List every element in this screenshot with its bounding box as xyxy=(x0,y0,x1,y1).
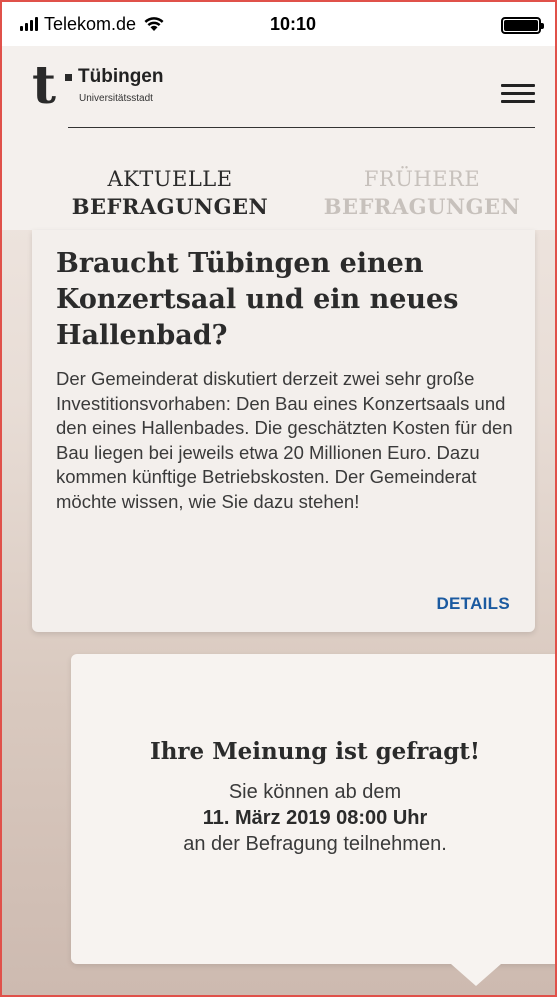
info-line-start: Sie können ab dem xyxy=(228,781,402,803)
logo-city-name: Tübingen xyxy=(78,66,164,87)
hamburger-menu-icon[interactable] xyxy=(501,84,535,106)
tab-bar: AKTUELLE BEFRAGUNGEN FRÜHERE BEFRAGUNGEN xyxy=(2,130,555,230)
carrier-name: Telekom.de xyxy=(44,13,137,34)
logo-city-subtitle: Universitätsstadt xyxy=(79,93,153,104)
tab-label-line2: BEFRAGUNGEN xyxy=(323,194,521,219)
info-card: Ihre Meinung ist gefragt! Sie können ab … xyxy=(71,654,555,986)
signal-icon xyxy=(20,17,38,31)
tab-label-line1: AKTUELLE xyxy=(107,167,233,191)
tab-label-line1: FRÜHERE xyxy=(363,167,481,191)
info-card-pointer xyxy=(451,964,501,986)
survey-card[interactable]: Braucht Tübingen einen Konzertsaal und e… xyxy=(32,230,535,632)
app-screen: Telekom.de 10:10 t Tübingen Universitäts… xyxy=(0,0,557,997)
tab-label-line2: BEFRAGUNGEN xyxy=(71,194,269,219)
wifi-icon xyxy=(144,17,164,31)
status-bar: Telekom.de 10:10 xyxy=(2,2,555,46)
info-title: Ihre Meinung ist gefragt! xyxy=(149,738,481,765)
survey-description: Der Gemeinderat diskutiert derzeit zwei … xyxy=(56,368,513,512)
logo-dot xyxy=(65,74,72,81)
tab-past-surveys[interactable]: FRÜHERE BEFRAGUNGEN xyxy=(312,166,532,222)
info-date: 11. März 2019 08:00 Uhr xyxy=(202,807,428,829)
header-divider xyxy=(68,127,535,128)
tab-current-surveys[interactable]: AKTUELLE BEFRAGUNGEN xyxy=(60,166,280,222)
survey-title: Braucht Tübingen einen Konzertsaal und e… xyxy=(56,248,459,351)
app-header: t Tübingen Universitätsstadt xyxy=(2,46,555,130)
logo-letter: t xyxy=(32,55,57,116)
details-button[interactable]: DETAILS xyxy=(436,594,510,614)
battery-icon xyxy=(501,17,544,34)
status-time: 10:10 xyxy=(270,14,317,34)
info-line-end: an der Befragung teilnehmen. xyxy=(183,833,447,855)
